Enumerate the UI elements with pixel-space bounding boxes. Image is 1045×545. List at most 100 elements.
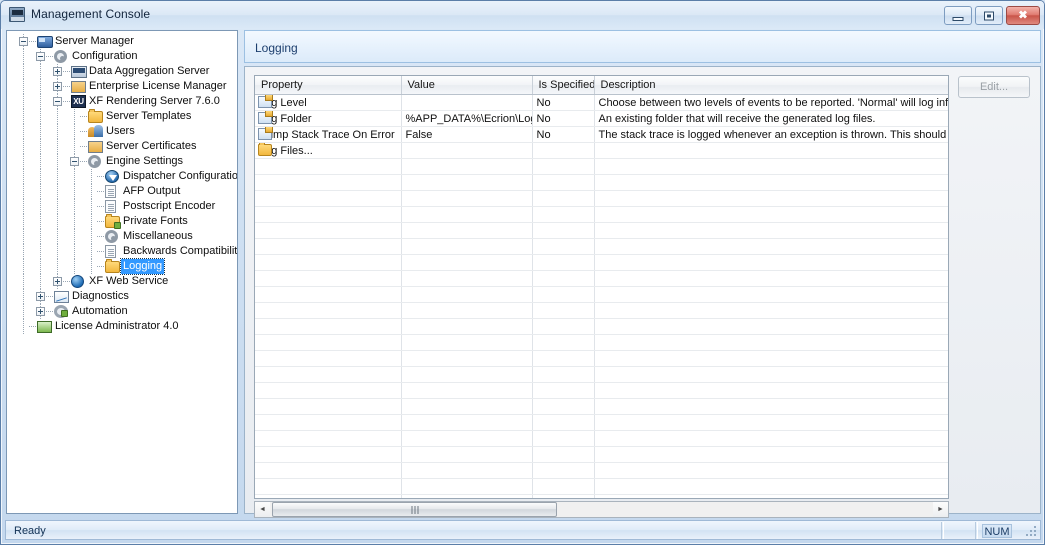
collapse-icon[interactable]: [53, 97, 62, 106]
tree-item-backwards-compatibility[interactable]: Backwards Compatibility: [7, 244, 237, 259]
maximize-icon: [984, 11, 994, 20]
column-header-value[interactable]: Value: [401, 76, 533, 95]
column-header-property[interactable]: Property: [255, 76, 402, 95]
table-row-empty[interactable]: [255, 206, 948, 223]
expand-icon[interactable]: [53, 67, 62, 76]
cell-empty: [532, 302, 595, 319]
cell-property[interactable]: Log Folder: [255, 110, 402, 127]
cell-empty: [594, 446, 948, 463]
cell-is-specified[interactable]: No: [532, 94, 595, 111]
table-row[interactable]: Dump Stack Trace On Error False No The stac…: [255, 126, 948, 143]
cell-value[interactable]: False: [401, 126, 533, 143]
cell-description[interactable]: An existing folder that will receive the…: [594, 110, 948, 127]
resize-grip-icon[interactable]: [1025, 525, 1037, 537]
tree-item-private-fonts[interactable]: Private Fonts: [7, 214, 237, 229]
tree-item-postscript-encoder[interactable]: Postscript Encoder: [7, 199, 237, 214]
scroll-right-arrow-icon[interactable]: ►: [933, 502, 948, 517]
cell-description[interactable]: The stack trace is logged whenever an ex…: [594, 126, 948, 143]
cell-empty: [401, 350, 533, 367]
collapse-icon[interactable]: [19, 37, 28, 46]
expand-icon[interactable]: [53, 277, 62, 286]
table-row-empty[interactable]: [255, 190, 948, 207]
tree-guide-line: [23, 184, 24, 199]
tree-item-automation[interactable]: Automation: [7, 304, 237, 319]
table-row-empty[interactable]: [255, 270, 948, 287]
tree-item-miscellaneous[interactable]: Miscellaneous: [7, 229, 237, 244]
navigation-tree-panel[interactable]: Server Manager Configuration Data Aggregat…: [6, 30, 238, 514]
tree-item-enterprise-license-manager[interactable]: Enterprise License Manager: [7, 79, 237, 94]
table-row-empty[interactable]: [255, 174, 948, 191]
table-row-empty[interactable]: [255, 398, 948, 415]
expand-icon[interactable]: [36, 307, 45, 316]
properties-grid-container[interactable]: Property Value Is Specified Description …: [254, 75, 949, 499]
table-row[interactable]: Log Level No Choose between two levels of …: [255, 94, 948, 111]
expand-icon[interactable]: [36, 292, 45, 301]
tree-item-dispatcher-configuration[interactable]: Dispatcher Configuration: [7, 169, 237, 184]
tree-item-afp-output[interactable]: AFP Output: [7, 184, 237, 199]
tree-item-configuration[interactable]: Configuration: [7, 49, 237, 64]
table-row-empty[interactable]: [255, 334, 948, 351]
table-row-empty[interactable]: [255, 446, 948, 463]
tree-item-users[interactable]: Users: [7, 124, 237, 139]
maximize-button[interactable]: [975, 6, 1003, 25]
cell-empty: [532, 318, 595, 335]
scrollbar-thumb[interactable]: [272, 502, 557, 517]
tree-item-license-administrator-4-0[interactable]: License Administrator 4.0: [7, 319, 237, 334]
cell-property[interactable]: Dump Stack Trace On Error: [255, 126, 402, 143]
table-row-empty[interactable]: [255, 286, 948, 303]
collapse-icon[interactable]: [36, 52, 45, 61]
table-row-empty[interactable]: [255, 318, 948, 335]
tab-logging[interactable]: Logging: [255, 41, 298, 55]
tree-item-diagnostics[interactable]: Diagnostics: [7, 289, 237, 304]
tree-item-engine-settings[interactable]: Engine Settings: [7, 154, 237, 169]
tree-item-server-templates[interactable]: Server Templates: [7, 109, 237, 124]
cell-is-specified[interactable]: No: [532, 126, 595, 143]
table-row[interactable]: Log Folder %APP_DATA%\Ecrion\Log\ No An exi…: [255, 110, 948, 127]
table-row-empty[interactable]: [255, 238, 948, 255]
collapse-icon[interactable]: [70, 157, 79, 166]
cell-empty: [255, 286, 402, 303]
tree-guide-line: [97, 236, 105, 237]
table-row-empty[interactable]: [255, 254, 948, 271]
table-row-empty[interactable]: [255, 494, 948, 498]
edit-button[interactable]: Edit...: [958, 76, 1030, 98]
cell-is-specified[interactable]: [532, 142, 595, 159]
cell-property[interactable]: Log Level: [255, 94, 402, 111]
table-row-empty[interactable]: [255, 158, 948, 175]
property-icon: [258, 126, 273, 140]
navigation-tree[interactable]: Server Manager Configuration Data Aggregat…: [7, 34, 237, 334]
table-row-empty[interactable]: [255, 222, 948, 239]
cell-is-specified[interactable]: No: [532, 110, 595, 127]
scroll-left-arrow-icon[interactable]: ◄: [255, 502, 270, 517]
table-row-empty[interactable]: [255, 302, 948, 319]
expand-icon[interactable]: [53, 82, 62, 91]
table-row[interactable]: Log Files...: [255, 142, 948, 159]
minimize-button[interactable]: [944, 6, 972, 25]
tree-item-xf-web-service[interactable]: XF Web Service: [7, 274, 237, 289]
cell-value[interactable]: %APP_DATA%\Ecrion\Log\: [401, 110, 533, 127]
tree-item-server-manager[interactable]: Server Manager: [7, 34, 237, 49]
cell-value[interactable]: [401, 94, 533, 111]
properties-grid: Property Value Is Specified Description …: [255, 76, 948, 498]
cell-value[interactable]: [401, 142, 533, 159]
tree-item-logging[interactable]: Logging: [7, 258, 237, 275]
table-row-empty[interactable]: [255, 366, 948, 383]
cell-property[interactable]: Log Files...: [255, 142, 402, 159]
gear-icon: [54, 50, 67, 63]
column-header-description[interactable]: Description: [594, 76, 948, 95]
tree-item-server-certificates[interactable]: Server Certificates: [7, 139, 237, 154]
table-row-empty[interactable]: [255, 462, 948, 479]
table-row-empty[interactable]: [255, 350, 948, 367]
tree-item-data-aggregation-server[interactable]: Data Aggregation Server: [7, 64, 237, 79]
table-row-empty[interactable]: [255, 478, 948, 495]
table-row-empty[interactable]: [255, 414, 948, 431]
column-header-is-specified[interactable]: Is Specified: [532, 76, 595, 95]
tree-guide-line: [23, 289, 24, 304]
grid-horizontal-scrollbar[interactable]: ◄ ►: [254, 501, 949, 518]
tree-item-xf-rendering-server-7-6-0[interactable]: XU XF Rendering Server 7.6.0: [7, 94, 237, 109]
cell-description[interactable]: Choose between two levels of events to b…: [594, 94, 948, 111]
table-row-empty[interactable]: [255, 382, 948, 399]
close-button[interactable]: ✖: [1006, 6, 1040, 25]
table-row-empty[interactable]: [255, 430, 948, 447]
cell-description[interactable]: [594, 142, 948, 159]
